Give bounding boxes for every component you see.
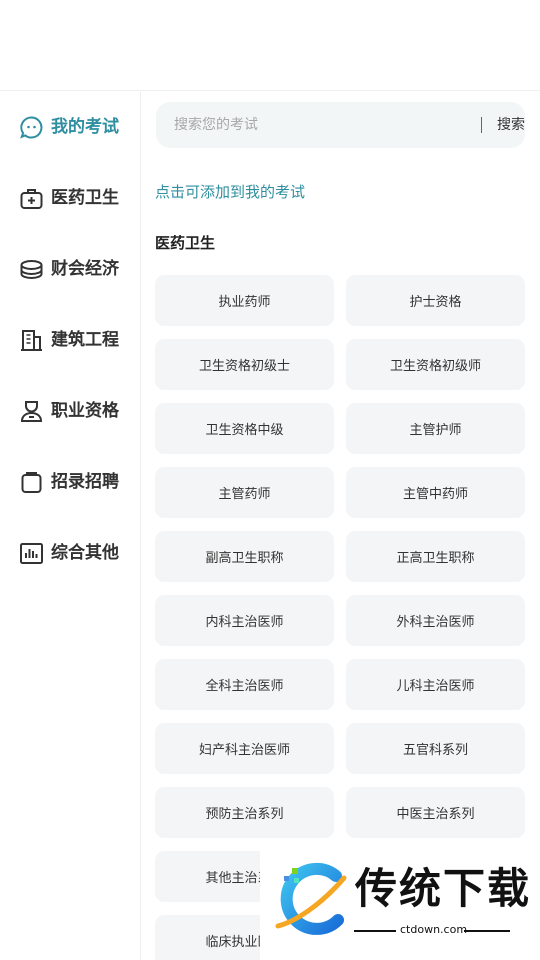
watermark-url-text: ctdown.com bbox=[400, 923, 468, 936]
search-divider bbox=[481, 117, 482, 133]
sidebar-item-finance[interactable]: 财会经济 bbox=[0, 249, 140, 289]
watermark-line bbox=[354, 930, 396, 932]
sidebar-item-others[interactable]: 综合其他 bbox=[0, 533, 140, 573]
watermark-line bbox=[464, 930, 510, 932]
bar-chart-icon bbox=[19, 541, 44, 566]
search-bar: 搜索 bbox=[156, 102, 525, 148]
exam-chip[interactable]: 主管中药师 bbox=[346, 467, 525, 518]
sidebar-item-label: 医药卫生 bbox=[51, 188, 119, 208]
search-button[interactable]: 搜索 bbox=[497, 115, 525, 135]
sidebar-item-label: 职业资格 bbox=[51, 401, 119, 421]
sidebar-item-label: 建筑工程 bbox=[51, 330, 119, 350]
sidebar-item-my-exams[interactable]: 我的考试 bbox=[0, 107, 140, 147]
sidebar-item-label: 财会经济 bbox=[51, 259, 119, 279]
exam-chip[interactable]: 主管药师 bbox=[155, 467, 334, 518]
category-sidebar: 我的考试 医药卫生 财会经济 建筑工程 职业资格 招录招聘 综合其他 bbox=[0, 92, 141, 960]
watermark-brand-text: 传统下载 bbox=[355, 864, 532, 913]
medical-kit-icon bbox=[19, 186, 44, 211]
exam-chip[interactable]: 全科主治医师 bbox=[155, 659, 334, 710]
sidebar-item-qualification[interactable]: 职业资格 bbox=[0, 391, 140, 431]
worker-icon bbox=[19, 399, 44, 424]
sidebar-item-medicine[interactable]: 医药卫生 bbox=[0, 178, 140, 218]
sidebar-item-construction[interactable]: 建筑工程 bbox=[0, 320, 140, 360]
exam-chip[interactable]: 外科主治医师 bbox=[346, 595, 525, 646]
exam-chip[interactable]: 正高卫生职称 bbox=[346, 531, 525, 582]
top-bar bbox=[0, 0, 540, 91]
exam-chip[interactable]: 卫生资格初级士 bbox=[155, 339, 334, 390]
chat-bubble-icon bbox=[19, 115, 44, 140]
clipboard-icon bbox=[19, 470, 44, 495]
exam-chip[interactable]: 主管护师 bbox=[346, 403, 525, 454]
coin-stack-icon bbox=[19, 257, 44, 282]
exam-chip[interactable]: 护士资格 bbox=[346, 275, 525, 326]
exam-chip[interactable]: 预防主治系列 bbox=[155, 787, 334, 838]
watermark-logo-icon bbox=[272, 862, 350, 938]
exam-chip[interactable]: 副高卫生职称 bbox=[155, 531, 334, 582]
exam-chip[interactable]: 中医主治系列 bbox=[346, 787, 525, 838]
exam-chip[interactable]: 五官科系列 bbox=[346, 723, 525, 774]
sidebar-item-recruitment[interactable]: 招录招聘 bbox=[0, 462, 140, 502]
add-hint-text: 点击可添加到我的考试 bbox=[155, 183, 306, 201]
building-icon bbox=[19, 328, 44, 353]
sidebar-item-label: 我的考试 bbox=[51, 117, 119, 137]
exam-chip[interactable]: 内科主治医师 bbox=[155, 595, 334, 646]
exam-chip[interactable]: 卫生资格初级师 bbox=[346, 339, 525, 390]
sidebar-item-label: 招录招聘 bbox=[51, 472, 119, 492]
exam-chip[interactable]: 妇产科主治医师 bbox=[155, 723, 334, 774]
exam-chip[interactable]: 儿科主治医师 bbox=[346, 659, 525, 710]
search-input[interactable] bbox=[174, 102, 454, 148]
exam-chip[interactable]: 执业药师 bbox=[155, 275, 334, 326]
main-content: 搜索 点击可添加到我的考试 医药卫生 执业药师 护士资格 卫生资格初级士 卫生资… bbox=[141, 92, 540, 960]
watermark-overlay: 传统下载 ctdown.com bbox=[260, 850, 540, 960]
sidebar-item-label: 综合其他 bbox=[51, 543, 119, 563]
section-title: 医药卫生 bbox=[155, 234, 216, 252]
exam-chip[interactable]: 卫生资格中级 bbox=[155, 403, 334, 454]
